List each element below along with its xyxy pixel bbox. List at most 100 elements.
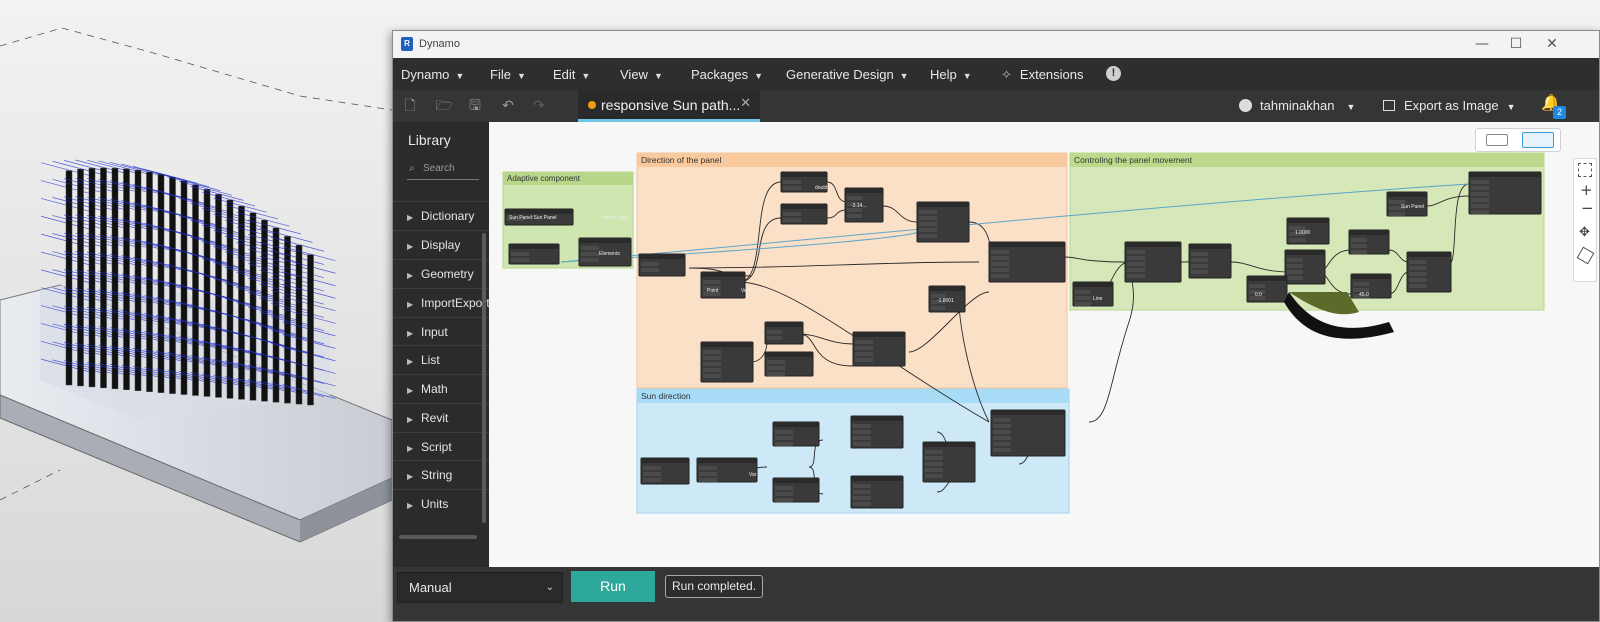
node-sun-vector[interactable] [1188,243,1232,279]
node-vector-y[interactable] [780,203,828,225]
node-code-block[interactable] [638,253,686,277]
zoom-out-icon[interactable]: − [1581,199,1594,217]
orbit-cube-icon[interactable] [1576,246,1595,265]
chevron-right-icon: ▶ [407,242,414,251]
menu-packages[interactable]: Packages ▼ [691,67,763,82]
chevron-down-icon: ▼ [899,71,909,81]
user-avatar-icon [1239,99,1252,112]
zoom-in-icon[interactable]: + [1580,181,1593,199]
node-family-type-port: Family Type [601,215,628,221]
close-tab-icon[interactable]: ✕ [740,96,751,111]
node-set-parameter[interactable] [1468,171,1542,215]
tab-responsive-sun-path[interactable]: responsive Sun path... ✕ [578,90,760,122]
chevron-down-icon: ▼ [962,71,972,81]
node-elevation-value: -3.14... [851,203,867,209]
node-line-end[interactable] [764,351,814,377]
node-line-direction[interactable] [990,409,1066,457]
library-horizontal-scrollbar[interactable] [399,535,477,539]
dynamo-window[interactable]: R Dynamo — ☐ ✕ Dynamo ▼ File ▼ Edit ▼ View ▼… [392,30,1600,622]
chevron-down-icon: ⌄ [545,582,554,593]
library-item-input[interactable]: ▶ Input [393,317,489,346]
graph-canvas[interactable]: Adaptive component Direction of the pane… [489,122,1599,567]
node-vector-reverse[interactable] [772,421,820,447]
node-sun-direction[interactable] [696,457,758,483]
run-mode-select[interactable]: Manual ⌄ [397,572,563,603]
menu-file[interactable]: File ▼ [490,67,526,82]
redo-icon[interactable]: ↷ [530,97,548,115]
library-item-script[interactable]: ▶ Script [393,432,489,461]
library-item-geometry[interactable]: ▶ Geometry [393,259,489,288]
node-number-c[interactable] [1246,275,1288,303]
library-search-input[interactable]: ⌕ Search [407,158,479,180]
node-line-by-start-end[interactable] [988,241,1066,283]
node-sun-settings-current[interactable] [640,457,690,485]
save-icon[interactable]: 🖫 [466,97,484,115]
node-point-vector[interactable] [700,271,746,299]
notification-count-badge: 2 [1553,106,1566,119]
node-vector-rotate[interactable] [916,201,970,243]
library-item-string[interactable]: ▶ String [393,460,489,489]
node-input-value-e: Sun Panel [1401,204,1424,210]
graph-view-icon[interactable] [1522,132,1554,148]
menu-extensions[interactable]: ✧ Extensions [1001,67,1084,83]
menu-dynamo[interactable]: Dynamo ▼ [401,67,464,82]
node-family-type-value: Sun Panel:Sun Panel [509,215,557,221]
menu-view[interactable]: View ▼ [620,67,663,82]
node-vector-angle-about[interactable] [850,415,904,449]
export-as-image-button[interactable]: Export as Image ▼ [1383,98,1516,113]
new-file-icon[interactable]: 🗋 [401,97,419,115]
open-folder-icon[interactable]: 🗁 [435,97,453,115]
chevron-right-icon: ▶ [407,300,414,309]
group-title-controlling-panel-movement: Controling the panel movement [1074,155,1193,165]
chevron-right-icon: ▶ [407,213,414,222]
view-toggle [1475,128,1561,152]
fit-view-icon[interactable] [1578,163,1592,177]
menu-help[interactable]: Help ▼ [930,67,972,82]
chevron-down-icon: ▼ [1506,102,1516,112]
menu-generative-design[interactable]: Generative Design ▼ [786,67,909,82]
library-item-display[interactable]: ▶ Display [393,230,489,259]
run-button[interactable]: Run [571,571,655,602]
node-line-start[interactable] [764,321,804,345]
library-item-units[interactable]: ▶ Units [393,489,489,518]
node-sun-settings[interactable] [1124,241,1182,283]
node-list-map[interactable] [1406,251,1452,293]
maximize-button[interactable]: ☐ [1501,34,1531,54]
chevron-right-icon: ▶ [407,501,414,510]
library-item-dictionary[interactable]: ▶ Dictionary [393,201,489,230]
library-vertical-scrollbar[interactable] [482,233,486,523]
sun-panel [157,174,165,393]
node-math-compare[interactable] [922,441,976,483]
info-icon[interactable]: ! [1106,66,1121,81]
node-math-floor[interactable] [1348,229,1390,255]
node-vector-normalize[interactable] [772,477,820,503]
node-math-remap[interactable] [1284,249,1326,285]
close-window-button[interactable]: ✕ [1537,34,1567,54]
3d-background-preview-icon[interactable] [1486,134,1508,146]
undo-icon[interactable]: ↶ [499,97,517,115]
sun-panel [146,171,153,392]
node-sun-line[interactable] [1072,281,1114,307]
node-family-instance[interactable] [508,243,560,265]
unsaved-indicator [588,101,596,109]
library-item-revit[interactable]: ▶ Revit [393,403,489,432]
menu-edit[interactable]: Edit ▼ [553,67,590,82]
user-menu[interactable]: tahminakhan ▼ [1239,98,1355,113]
chevron-down-icon: ▼ [455,71,465,81]
library-title: Library [408,132,451,148]
library-item-math[interactable]: ▶ Math [393,374,489,403]
chevron-down-icon: ▼ [516,71,526,81]
node-number-d[interactable] [1350,273,1392,299]
pan-icon[interactable]: ✥ [1579,225,1590,240]
minimize-button[interactable]: — [1467,34,1497,54]
node-vector-angle[interactable] [852,331,906,367]
dynamo-app-icon: R [401,37,413,51]
chevron-down-icon: ▼ [653,71,663,81]
library-item-list[interactable]: ▶ List [393,345,489,374]
node-plane-origin[interactable] [700,341,754,383]
node-vector-dot[interactable] [850,475,904,509]
zoom-controls: + − ✥ [1573,158,1597,282]
node-input-value-a: 1.0000 [1295,230,1311,236]
library-item-importexport[interactable]: ▶ ImportExport [393,288,489,317]
node-input-value-b: -1.8001 [937,298,954,304]
